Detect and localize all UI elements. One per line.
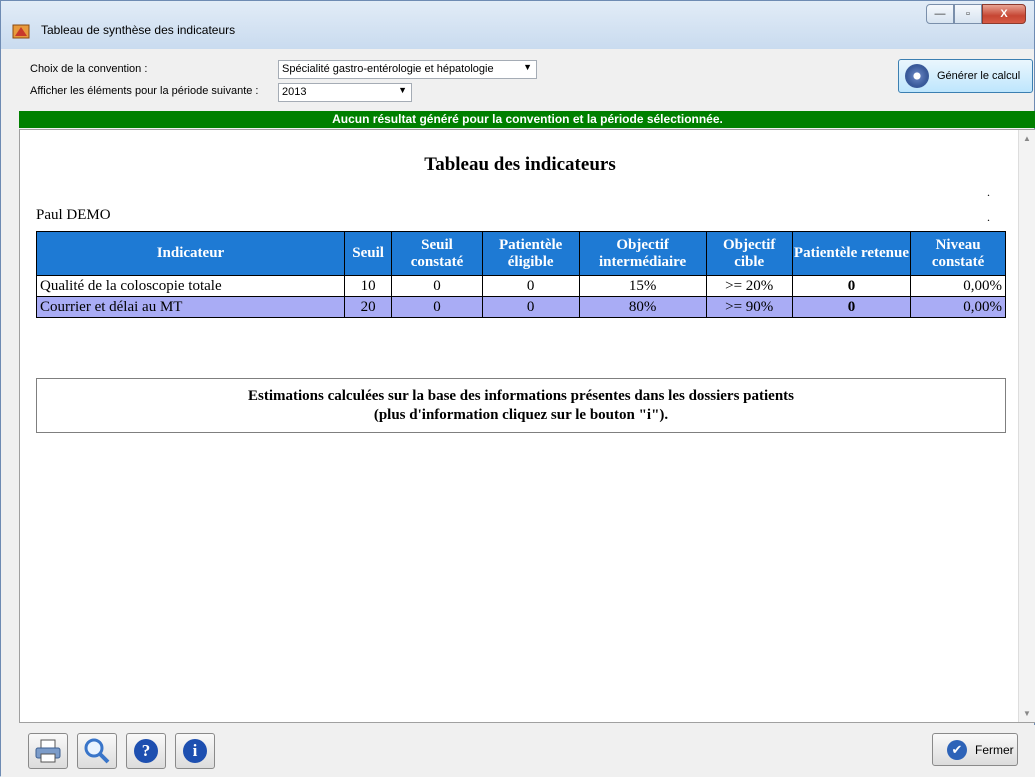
check-icon: ✔ bbox=[947, 739, 967, 760]
table-cell: 0 bbox=[791, 275, 912, 297]
print-button[interactable] bbox=[28, 733, 68, 769]
patient-name: Paul DEMO bbox=[36, 207, 111, 223]
table-row: Qualité de la coloscopie totale 10 0 0 1… bbox=[36, 275, 1006, 297]
table-row: Courrier et délai au MT 20 0 0 80% >= 90… bbox=[36, 296, 1006, 318]
convention-label: Choix de la convention : bbox=[30, 63, 148, 75]
app-window: Tableau de synthèse des indicateurs — ▫ … bbox=[0, 0, 1035, 777]
scroll-down-icon[interactable]: ▼ bbox=[1023, 709, 1031, 718]
column-header: Objectif intermédiaire bbox=[578, 231, 707, 276]
estimation-note: Estimations calculées sur la base des in… bbox=[36, 378, 1006, 433]
convention-value: Spécialité gastro-entérologie et hépatol… bbox=[282, 63, 494, 75]
info-icon: i bbox=[183, 739, 207, 763]
column-header: Objectif cible bbox=[705, 231, 793, 276]
table-cell: 20 bbox=[343, 296, 393, 318]
generate-label: Générer le calcul bbox=[937, 70, 1021, 82]
close-label: Fermer bbox=[975, 742, 1014, 757]
help-icon: ? bbox=[134, 739, 158, 763]
dot-mark: . bbox=[987, 185, 990, 199]
magnifier-icon bbox=[84, 738, 110, 764]
note-line: Estimations calculées sur la base des in… bbox=[248, 388, 794, 404]
table-cell: 0 bbox=[481, 296, 580, 318]
table-cell: 80% bbox=[578, 296, 707, 318]
column-header: Niveau constaté bbox=[910, 231, 1006, 276]
table-cell: 0 bbox=[391, 296, 483, 318]
table-cell: 0 bbox=[481, 275, 580, 297]
gear-icon bbox=[905, 64, 929, 88]
window-controls: — ▫ X bbox=[926, 4, 1026, 24]
indicator-cell: Qualité de la coloscopie totale bbox=[36, 275, 345, 297]
help-button[interactable]: ? bbox=[126, 733, 166, 769]
period-select[interactable]: 2013 ▼ bbox=[278, 83, 412, 102]
indicator-cell: Courrier et délai au MT bbox=[36, 296, 345, 318]
table-header-row: Indicateur Seuil Seuil constaté Patientè… bbox=[36, 231, 1006, 276]
table-cell: 0,00% bbox=[910, 275, 1006, 297]
table-cell: 0 bbox=[391, 275, 483, 297]
chevron-down-icon: ▼ bbox=[523, 62, 532, 72]
column-header: Patientèle éligible bbox=[481, 231, 580, 276]
note-line: (plus d'information cliquez sur le bouto… bbox=[373, 407, 669, 423]
report-title: Tableau des indicateurs bbox=[424, 154, 616, 175]
printer-icon bbox=[35, 739, 61, 763]
status-message: Aucun résultat généré pour la convention… bbox=[19, 111, 1035, 128]
title-bar: Tableau de synthèse des indicateurs — ▫ … bbox=[1, 1, 1034, 49]
table-cell: 10 bbox=[343, 275, 393, 297]
column-header: Seuil constaté bbox=[391, 231, 483, 276]
report-panel: Tableau des indicateurs . . Paul DEMO In… bbox=[19, 129, 1035, 723]
column-header: Patientèle retenue bbox=[791, 231, 912, 276]
indicators-table: Indicateur Seuil Seuil constaté Patientè… bbox=[36, 231, 1006, 318]
info-button[interactable]: i bbox=[175, 733, 215, 769]
app-icon bbox=[12, 24, 30, 39]
column-header: Seuil bbox=[343, 231, 393, 276]
maximize-button[interactable]: ▫ bbox=[954, 4, 982, 24]
table-cell: 0,00% bbox=[910, 296, 1006, 318]
generate-button[interactable]: Générer le calcul bbox=[898, 59, 1033, 93]
column-header: Indicateur bbox=[36, 231, 345, 276]
table-cell: >= 90% bbox=[705, 296, 793, 318]
close-button[interactable]: ✔ Fermer bbox=[932, 733, 1018, 766]
table-cell: >= 20% bbox=[705, 275, 793, 297]
scroll-up-icon[interactable]: ▲ bbox=[1023, 134, 1031, 143]
left-strip bbox=[1, 49, 19, 725]
table-cell: 0 bbox=[791, 296, 912, 318]
window-title: Tableau de synthèse des indicateurs bbox=[41, 23, 236, 37]
dot-mark: . bbox=[987, 210, 990, 224]
chevron-down-icon: ▼ bbox=[398, 85, 407, 95]
convention-select[interactable]: Spécialité gastro-entérologie et hépatol… bbox=[278, 60, 537, 79]
table-cell: 15% bbox=[578, 275, 707, 297]
vertical-scrollbar[interactable]: ▲ ▼ bbox=[1018, 130, 1035, 722]
close-window-button[interactable]: X bbox=[982, 4, 1026, 24]
period-value: 2013 bbox=[282, 86, 307, 98]
minimize-button[interactable]: — bbox=[926, 4, 954, 24]
period-label: Afficher les éléments pour la période su… bbox=[30, 85, 259, 97]
preview-button[interactable] bbox=[77, 733, 117, 769]
